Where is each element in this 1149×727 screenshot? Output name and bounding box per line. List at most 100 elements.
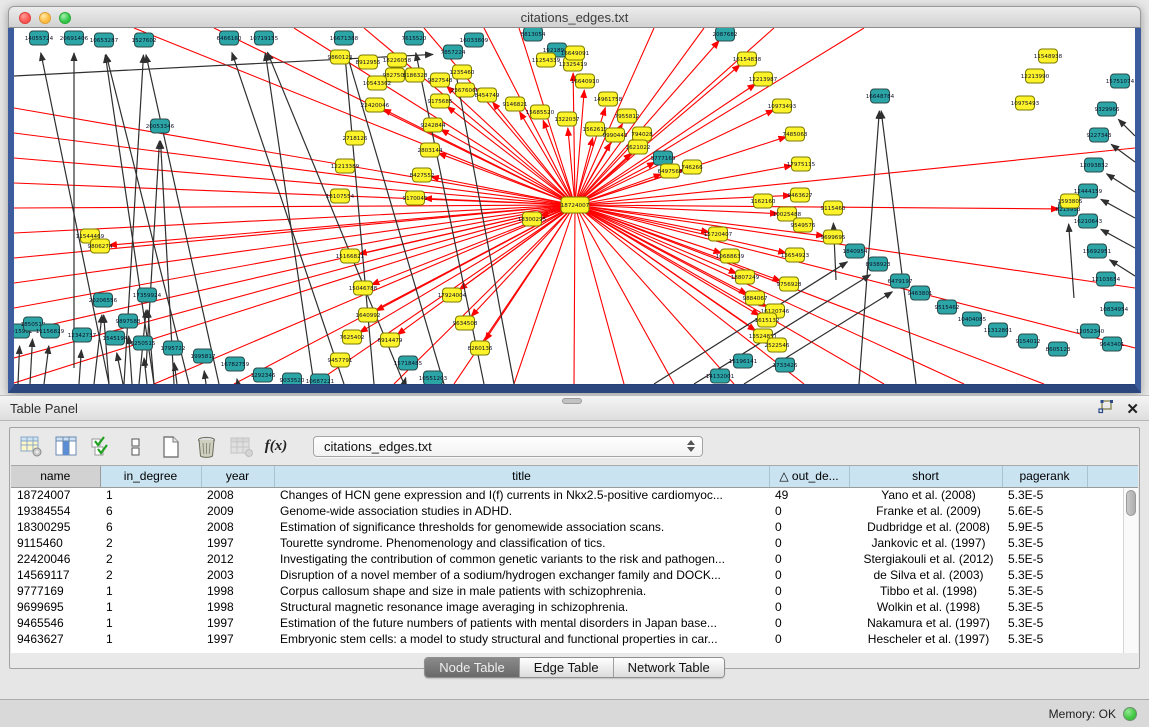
graph-node[interactable]: 1545194 — [103, 331, 128, 345]
graph-edge[interactable] — [18, 346, 20, 384]
graph-node[interactable]: 1527602 — [132, 33, 157, 47]
column-header-out_degree[interactable]: △ out_de... — [769, 466, 849, 487]
graph-edge[interactable] — [881, 111, 916, 384]
graph-node[interactable]: 9643401 — [1100, 337, 1125, 351]
memory-status-indicator[interactable] — [1123, 707, 1137, 721]
table-row[interactable]: 1456911722003Disruption of a novel membe… — [11, 567, 1138, 583]
graph-node[interactable]: 9897588 — [116, 314, 141, 328]
graph-node[interactable]: 10687221 — [306, 374, 335, 384]
graph-node[interactable]: 9242844 — [421, 118, 446, 132]
graph-node[interactable]: 8186328 — [403, 68, 428, 82]
graph-node[interactable]: 8260136 — [468, 341, 493, 355]
float-panel-icon[interactable] — [1098, 400, 1114, 419]
column-header-in_degree[interactable]: in_degree — [100, 466, 201, 487]
close-panel-icon[interactable]: ✕ — [1126, 402, 1139, 418]
graph-node[interactable]: 794028 — [631, 127, 653, 141]
table-selector[interactable]: citations_edges.txt — [313, 436, 703, 457]
graph-node[interactable]: 1615132 — [755, 313, 780, 327]
graph-node[interactable]: 12103654 — [1092, 272, 1121, 286]
graph-node[interactable]: 8454749 — [475, 88, 500, 102]
graph-edge[interactable] — [14, 205, 575, 208]
graph-edge[interactable] — [44, 346, 49, 384]
new-table-icon[interactable] — [159, 436, 183, 458]
select-all-rows-icon[interactable] — [89, 436, 113, 458]
graph-edge[interactable] — [454, 205, 575, 384]
graph-edge[interactable] — [146, 55, 219, 384]
graph-node[interactable]: 1593805 — [1058, 194, 1083, 208]
graph-node[interactable]: 13654923 — [781, 248, 810, 262]
close-window-button[interactable] — [19, 12, 31, 24]
table-row[interactable]: 1938455462009Genome-wide association stu… — [11, 503, 1138, 519]
graph-node[interactable]: 16210643 — [1074, 214, 1103, 228]
graph-edge[interactable] — [1107, 174, 1135, 192]
graph-edge[interactable] — [237, 379, 238, 384]
graph-node[interactable]: 2522546 — [765, 338, 790, 352]
graph-edge[interactable] — [14, 205, 575, 358]
table-row[interactable]: 1830029562008Estimation of significance … — [11, 519, 1138, 535]
graph-edge[interactable] — [394, 205, 575, 384]
graph-edge[interactable] — [94, 315, 102, 384]
graph-node[interactable]: 10975493 — [1011, 96, 1040, 110]
graph-node[interactable]: 18724007 — [561, 197, 590, 213]
graph-node[interactable]: 7625402 — [340, 330, 365, 344]
graph-edge[interactable] — [204, 371, 206, 384]
graph-node[interactable]: 1840954 — [843, 244, 868, 258]
graph-node[interactable]: 8938923 — [866, 257, 891, 271]
graph-node[interactable]: 2718126 — [343, 131, 368, 145]
network-view[interactable]: 1405572420691406106532871527602646616010… — [8, 28, 1141, 393]
graph-node[interactable]: 11548938 — [1034, 49, 1063, 63]
graph-node[interactable]: 10719155 — [250, 31, 279, 45]
graph-node[interactable]: 15718485 — [394, 356, 423, 370]
zoom-window-button[interactable] — [59, 12, 71, 24]
graph-node[interactable]: 14961758 — [594, 92, 623, 106]
table-scrollbar[interactable] — [1123, 488, 1138, 653]
graph-node[interactable]: 1995817 — [191, 349, 216, 363]
graph-node[interactable]: 9884067 — [743, 291, 768, 305]
graph-node[interactable]: 9515462 — [935, 300, 960, 314]
graph-node[interactable]: 12342737 — [68, 328, 97, 342]
graph-edge[interactable] — [134, 28, 575, 205]
graph-edge[interactable] — [1101, 199, 1135, 218]
graph-node[interactable]: 10653287 — [90, 33, 119, 47]
graph-node[interactable]: 10404085 — [958, 312, 987, 326]
graph-node[interactable]: 1795722 — [161, 341, 186, 355]
graph-node[interactable]: 1235460 — [450, 65, 475, 79]
graph-node[interactable]: 9154012 — [1016, 334, 1041, 348]
graph-edge[interactable] — [575, 205, 1135, 348]
graph-node[interactable]: 9806274 — [88, 239, 113, 253]
graph-node[interactable]: 9329966 — [1095, 102, 1120, 116]
graph-node[interactable]: 20053346 — [146, 119, 175, 133]
graph-node[interactable]: 7955812 — [615, 109, 640, 123]
graph-node[interactable]: 16033809 — [460, 33, 489, 47]
graph-edge[interactable] — [124, 55, 143, 384]
graph-node[interactable]: 20691406 — [60, 31, 89, 45]
graph-node[interactable]: 12213990 — [1021, 69, 1050, 83]
graph-node[interactable]: 2087682 — [713, 28, 738, 41]
graph-node[interactable]: 12093832 — [1080, 158, 1108, 172]
graph-node[interactable]: 6479197 — [888, 274, 913, 288]
graph-node[interactable]: 6497568 — [658, 164, 683, 178]
table-scrollbar-thumb[interactable] — [1126, 490, 1136, 516]
table-options-icon[interactable] — [19, 436, 43, 458]
graph-node[interactable]: 9777169 — [651, 151, 676, 165]
delete-table-icon[interactable] — [194, 436, 218, 458]
graph-node[interactable]: 9115460 — [821, 201, 846, 215]
graph-node[interactable]: 11312801 — [984, 323, 1013, 337]
tab-node-table[interactable]: Node Table — [425, 658, 520, 677]
graph-node[interactable]: 18107554 — [326, 189, 355, 203]
graph-node[interactable]: 746266 — [681, 160, 703, 174]
table-row[interactable]: 1872400712008Changes of HCN gene express… — [11, 487, 1138, 503]
graph-node[interactable]: 1733426 — [773, 358, 798, 372]
graph-node[interactable]: 9457791 — [328, 353, 353, 367]
graph-node[interactable]: 8605123 — [1046, 342, 1071, 356]
graph-edge[interactable] — [79, 350, 81, 384]
graph-node[interactable]: 9227343 — [1087, 128, 1112, 142]
show-columns-icon[interactable] — [54, 436, 78, 458]
graph-node[interactable]: 7485063 — [783, 127, 808, 141]
graph-edge[interactable] — [174, 363, 177, 384]
graph-node[interactable]: 6914479 — [378, 333, 403, 347]
graph-node[interactable]: 1640992 — [356, 308, 381, 322]
graph-node[interactable]: 12052340 — [1076, 324, 1105, 338]
table-row[interactable]: 977716911998Corpus callosum shape and si… — [11, 583, 1138, 599]
graph-edge[interactable] — [404, 378, 406, 384]
